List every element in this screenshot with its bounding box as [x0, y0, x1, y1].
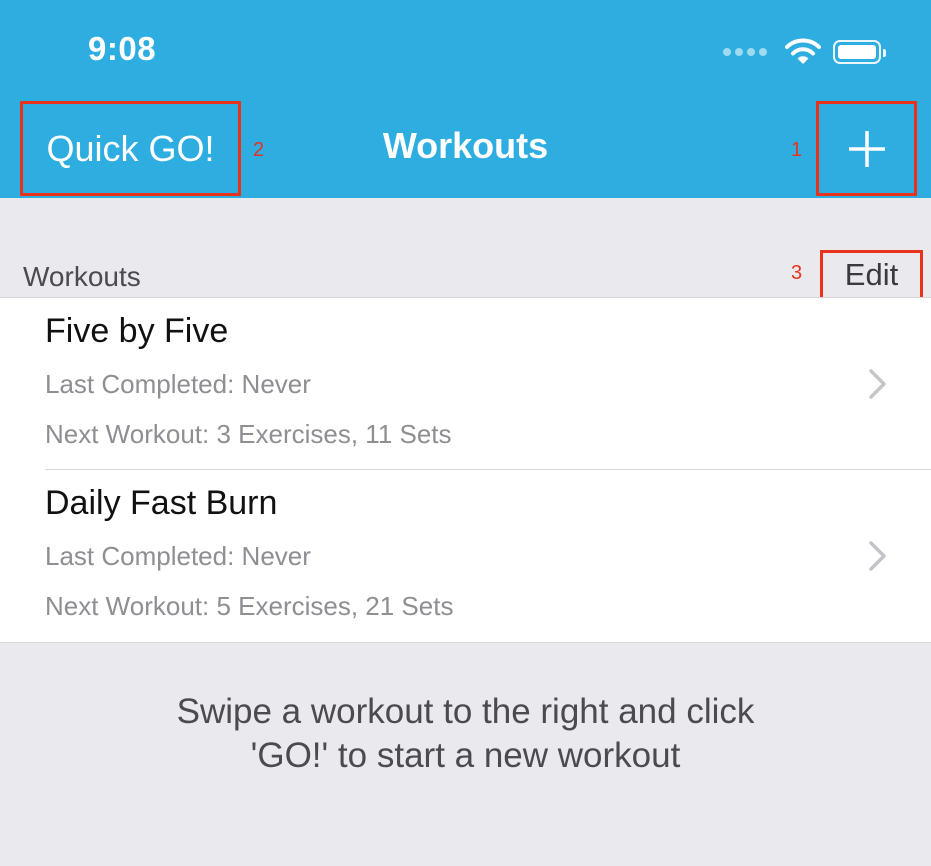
- edit-button[interactable]: Edit: [820, 250, 923, 300]
- swipe-hint-line-1: Swipe a workout to the right and click: [176, 692, 755, 731]
- workout-next-summary: Next Workout: 5 Exercises, 21 Sets: [45, 591, 454, 621]
- swipe-hint-line-2: 'GO!' to start a new workout: [250, 736, 681, 775]
- battery-icon: [833, 40, 886, 64]
- workout-row-five-by-five[interactable]: Five by Five Last Completed: Never Next …: [0, 298, 931, 470]
- app-screen: 9:08 Quick GO! 2 Workouts 1 Workouts 3 E…: [0, 0, 931, 866]
- workout-last-completed: Last Completed: Never: [45, 541, 311, 571]
- quick-go-button[interactable]: Quick GO!: [20, 101, 241, 196]
- workout-list: Five by Five Last Completed: Never Next …: [0, 297, 931, 643]
- workout-name: Daily Fast Burn: [45, 484, 278, 522]
- workout-name: Five by Five: [45, 312, 229, 350]
- status-indicators: [723, 36, 886, 68]
- plus-icon: [848, 130, 885, 167]
- status-time: 9:08: [88, 30, 157, 67]
- annotation-marker-1: 1: [791, 139, 803, 161]
- cellular-signal-icon: [723, 48, 767, 56]
- swipe-hint: Swipe a workout to the right and click '…: [0, 690, 931, 778]
- workout-row-daily-fast-burn[interactable]: Daily Fast Burn Last Completed: Never Ne…: [0, 470, 931, 642]
- chevron-right-icon: [869, 369, 886, 399]
- workout-next-summary: Next Workout: 3 Exercises, 11 Sets: [45, 419, 452, 449]
- chevron-right-icon: [869, 541, 886, 571]
- add-workout-button[interactable]: [816, 101, 917, 196]
- workout-last-completed: Last Completed: Never: [45, 369, 311, 399]
- annotation-marker-3: 3: [791, 262, 803, 284]
- wifi-icon: [785, 38, 821, 64]
- header: 9:08 Quick GO! 2 Workouts 1: [0, 0, 931, 198]
- annotation-marker-2: 2: [253, 139, 265, 161]
- section-header-title: Workouts: [23, 261, 141, 292]
